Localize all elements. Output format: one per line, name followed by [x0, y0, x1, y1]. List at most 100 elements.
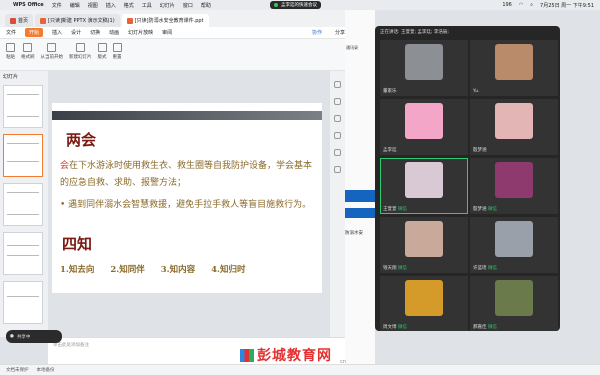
mac-status-area: 196 ◠ ⌕ 7月25日 周一 下午9:51 — [502, 0, 594, 10]
tool-label: 粘贴 — [6, 55, 15, 60]
participant-tile-active[interactable]: 王萱萱 微信 — [380, 158, 468, 214]
participant-tile[interactable]: 许蓝瑶 微信 — [470, 217, 558, 273]
menu-help[interactable]: 帮助 — [201, 2, 211, 9]
participant-tile[interactable]: 周文博 微信 — [380, 276, 468, 331]
share-indicator-icon: ● — [10, 334, 14, 339]
meeting-share-pill[interactable]: ● 共享中 — [6, 330, 62, 343]
thumb-line — [7, 143, 39, 144]
participant-tile[interactable]: 殷梦涵 — [470, 99, 558, 155]
paste-button[interactable]: 粘贴 — [6, 43, 15, 66]
app-name[interactable]: WPS Office — [13, 2, 44, 8]
search-icon[interactable]: ⌕ — [530, 2, 533, 8]
menu-file[interactable]: 文件 — [52, 2, 62, 9]
slide-thumbnail[interactable] — [3, 85, 43, 128]
participant-name: Yu. — [473, 89, 480, 94]
collab-button[interactable]: 协作 — [312, 29, 326, 36]
menu-format[interactable]: 格式 — [124, 2, 134, 9]
wechat-tag: 微信 — [397, 207, 407, 212]
wechat-tag: 微信 — [397, 325, 407, 330]
paste-icon — [6, 43, 15, 52]
participant-label: 殷梦涵 — [473, 148, 487, 153]
know-item: 3.知内容 — [160, 265, 196, 275]
participant-tile[interactable]: Yu. — [470, 40, 558, 96]
background-window: 通讯录 防溺水安 — [345, 10, 375, 364]
slide-thumbnail[interactable] — [3, 232, 43, 275]
participant-tile[interactable]: 郝嘉佳 微信 — [470, 276, 558, 331]
ribbon-slideshow[interactable]: 幻灯片放映 — [128, 29, 153, 36]
participant-tile[interactable]: 董家乐 — [380, 40, 468, 96]
participant-label: 孟李廷 — [383, 148, 397, 153]
thumb-line — [7, 255, 39, 256]
slide-text: 在下水游泳时使用救生衣、救生圈等自我防护设备，学会基本的应急自救、求助、报警方法… — [60, 161, 313, 188]
pen-icon[interactable] — [334, 132, 341, 139]
ribbon-insert[interactable]: 插入 — [52, 29, 62, 36]
slide-thumbnail[interactable] — [3, 281, 43, 324]
tool-label: 从当前开始 — [40, 55, 64, 60]
layout-button[interactable]: 版式 — [97, 43, 107, 66]
property-icon[interactable] — [334, 81, 341, 88]
slide-thumbnail[interactable] — [3, 134, 43, 177]
know-item: 4.知归时 — [211, 265, 246, 275]
menu-tools[interactable]: 工具 — [142, 2, 152, 9]
thumb-line — [7, 94, 39, 95]
tool-label: 新建幻灯片 — [69, 55, 92, 60]
ribbon-animation[interactable]: 动画 — [109, 29, 119, 36]
slide-thumbnail[interactable] — [3, 183, 43, 226]
wifi-icon[interactable]: ◠ — [519, 2, 523, 8]
tab-home[interactable]: 首页 — [5, 14, 34, 27]
tab-pptx[interactable]: [只读]新建 PPTX 演示文稿(1) — [35, 14, 120, 27]
ribbon-transition[interactable]: 切换 — [90, 29, 100, 36]
reset-icon — [112, 43, 122, 52]
right-toolbar — [330, 71, 345, 337]
thumb-line — [7, 214, 39, 215]
participant-tile[interactable]: 殷梦涵 微信 — [470, 158, 558, 214]
battery-label: 196 — [502, 2, 512, 8]
ribbon-file[interactable]: 文件 — [6, 29, 16, 36]
menu-view[interactable]: 视图 — [88, 2, 98, 9]
ribbon-start[interactable]: 开始 — [25, 28, 44, 37]
ppt-icon — [40, 17, 47, 24]
slide[interactable]: 两会 会在下水游泳时使用救生衣、救生圈等自我防护设备，学会基本的应急自救、求助、… — [52, 103, 322, 293]
participant-name: 周文博 微信 — [383, 324, 407, 330]
style-icon[interactable] — [334, 98, 341, 105]
menu-slide[interactable]: 幻灯片 — [160, 2, 175, 9]
toolbar: 粘贴 格式刷 从当前开始 新建幻灯片 版式 重置 — [0, 39, 345, 71]
ppt-icon — [126, 17, 133, 24]
participant-name: 王萱萱 微信 — [383, 206, 407, 212]
ribbon-review[interactable]: 审阅 — [162, 29, 172, 36]
participant-tile[interactable]: 孟李廷 — [380, 99, 468, 155]
tab-label: 首页 — [18, 18, 29, 24]
menu-edit[interactable]: 编辑 — [70, 2, 80, 9]
ribbon-design[interactable]: 设计 — [71, 29, 81, 36]
slide-highlight: 会 — [60, 161, 70, 171]
clock-label[interactable]: 7月25日 周一 下午9:51 — [540, 2, 594, 9]
slide-header-bar — [52, 111, 322, 120]
settings-icon[interactable] — [334, 166, 341, 173]
participant-tile[interactable]: 钱天翔 微信 — [380, 217, 468, 273]
thumb-line — [7, 192, 39, 193]
panel-label: 幻灯片 — [3, 73, 19, 80]
reset-button[interactable]: 重置 — [112, 43, 122, 66]
local-backup-status[interactable]: 本地备份 — [37, 367, 55, 373]
watermark-text: 彭城教育网 — [257, 348, 332, 364]
participant-avatar — [405, 162, 443, 198]
slides-panel-header: 幻灯片 — [0, 71, 48, 81]
slide-title: 两会 — [66, 131, 97, 149]
play-from-current-button[interactable]: 从当前开始 — [40, 43, 64, 66]
wechat-tag: 微信 — [487, 207, 497, 212]
menu-insert[interactable]: 插入 — [106, 2, 116, 9]
participant-avatar — [495, 280, 533, 316]
wps-icon — [10, 17, 16, 24]
tab-ppt[interactable]: [只读]防溺水安全教育课件.ppt — [121, 14, 209, 27]
thumb-line — [7, 161, 39, 162]
format-painter-button[interactable]: 格式刷 — [21, 43, 35, 66]
book-logo-icon — [240, 348, 254, 362]
lock-icon[interactable] — [334, 149, 341, 156]
menu-window[interactable]: 窗口 — [183, 2, 193, 9]
meeting-recording-indicator[interactable]: 孟李廷的快速会议 — [270, 1, 321, 9]
thumb-line — [7, 245, 39, 246]
doc-protect-status[interactable]: 文档未保护 — [6, 367, 29, 373]
animation-icon[interactable] — [334, 115, 341, 122]
new-slide-button[interactable]: 新建幻灯片 — [69, 43, 92, 66]
share-button[interactable]: 分享 — [335, 29, 345, 36]
